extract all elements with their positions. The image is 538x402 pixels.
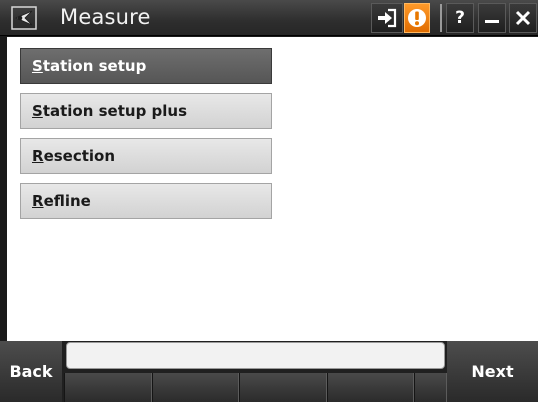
window-title: Measure: [60, 5, 151, 29]
function-key-3[interactable]: [239, 373, 327, 402]
item-label: tation setup plus: [42, 102, 188, 120]
back-label: Back: [9, 362, 53, 381]
content-panel: Station setup Station setup plus Resecti…: [7, 37, 538, 341]
help-label: ?: [455, 8, 465, 28]
function-key-5[interactable]: [414, 373, 447, 402]
status-field: [66, 342, 445, 369]
title-bar: Measure ?: [0, 0, 538, 36]
bottom-bar: Back Next: [0, 341, 538, 402]
function-key-4[interactable]: [327, 373, 414, 402]
warning-icon[interactable]: [404, 3, 430, 33]
hotkey-label: S: [32, 57, 43, 75]
station-setup-button[interactable]: Station setup: [20, 48, 272, 84]
function-key-1[interactable]: [64, 373, 152, 402]
hotkey-label: R: [32, 147, 44, 165]
item-label: efline: [43, 192, 91, 210]
title-separator: [440, 4, 442, 32]
resection-button[interactable]: Resection: [20, 138, 272, 174]
next-button[interactable]: Next: [447, 341, 538, 402]
help-icon[interactable]: ?: [446, 3, 474, 33]
station-setup-plus-button[interactable]: Station setup plus: [20, 93, 272, 129]
function-key-2[interactable]: [152, 373, 239, 402]
item-label: tation setup: [42, 57, 147, 75]
minimize-icon[interactable]: [478, 3, 506, 33]
item-label: esection: [43, 147, 116, 165]
back-button[interactable]: Back: [0, 341, 62, 402]
next-label: Next: [471, 362, 514, 381]
login-arrow-icon[interactable]: [371, 3, 403, 33]
app-logo-icon[interactable]: [10, 6, 38, 30]
hotkey-label: S: [32, 102, 43, 120]
function-key-row: [64, 373, 447, 402]
close-icon[interactable]: [509, 3, 537, 33]
hotkey-label: R: [32, 192, 44, 210]
refline-button[interactable]: Refline: [20, 183, 272, 219]
